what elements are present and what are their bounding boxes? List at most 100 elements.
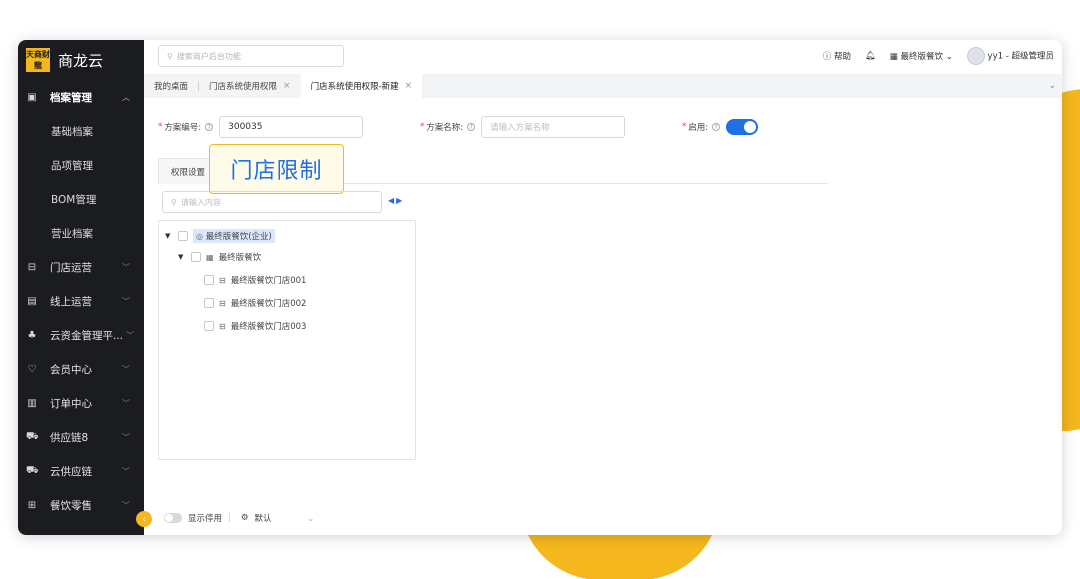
tree-checkbox[interactable]	[204, 321, 214, 331]
tree-search-input[interactable]: ⚲ 请输入内容	[162, 191, 382, 213]
truck-icon: ⛟	[26, 430, 39, 442]
tree-checkbox[interactable]	[204, 275, 214, 285]
sidebar-subitem-basic-archive[interactable]: 基础档案	[18, 114, 144, 148]
user-menu[interactable]: yy1 - 超级管理员	[966, 47, 1054, 65]
tree-node-store-001[interactable]: ⊟ 最终版餐饮门店001	[204, 274, 306, 286]
store-switcher[interactable]: ▦ 最终版餐饮 ⌄	[890, 50, 953, 62]
chevron-down-icon[interactable]: ⌄	[1048, 81, 1056, 91]
help-icon[interactable]: ?	[712, 123, 721, 131]
store-restriction-callout: 门店限制	[209, 144, 344, 194]
show-disabled-toggle[interactable]	[164, 513, 182, 523]
sidebar-item-cloud-supply-chain[interactable]: ⛟ 云供应链 ﹀	[18, 454, 144, 488]
chevron-down-icon: ﹀	[122, 262, 130, 272]
enterprise-icon: ◎	[196, 232, 203, 241]
caret-down-icon[interactable]: ▼	[178, 253, 186, 261]
tab-store-permissions-new[interactable]: 门店系统使用权限-新建 ×	[300, 74, 423, 98]
default-select[interactable]: ⚙ 默认 ⌄	[241, 512, 314, 524]
store-name: 最终版餐饮	[900, 52, 944, 62]
sidebar-item-online-operations[interactable]: ▤ 线上运营 ﹀	[18, 284, 144, 318]
chevron-down-icon: ﹀	[122, 364, 130, 374]
sidebar-item-label: 云资金管理平...	[50, 329, 124, 342]
logo-text: 商龙云	[58, 51, 104, 70]
tree-node-store-003[interactable]: ⊟ 最终版餐饮门店003	[204, 320, 306, 332]
show-disabled-label: 显示停用	[188, 514, 223, 524]
expand-collapse-arrows[interactable]: ◀▶	[388, 196, 404, 205]
search-icon: ⚲	[167, 51, 173, 61]
required-mark: *	[158, 122, 163, 132]
sidebar-item-label: 供应链8	[50, 431, 89, 444]
sidebar-item-order-center[interactable]: ▥ 订单中心 ﹀	[18, 386, 144, 420]
logo[interactable]: 天商财龍 商龙云	[18, 40, 144, 80]
sidebar-item-label: 餐饮零售	[50, 499, 92, 512]
search-input[interactable]: ⚲ 搜索商户后台功能	[158, 45, 344, 67]
chevron-down-icon: ﹀	[122, 398, 130, 408]
gear-icon: ⚙	[240, 513, 249, 523]
sidebar-subitem-item-management[interactable]: 品项管理	[18, 148, 144, 182]
sidebar-item-store-operations[interactable]: ⊟ 门店运营 ﹀	[18, 250, 144, 284]
tree-node-label: 最终版餐饮门店002	[230, 299, 307, 309]
building-icon: ▦	[889, 52, 898, 62]
tree-search-placeholder: 请输入内容	[180, 197, 221, 207]
clipboard-icon: ▥	[27, 397, 37, 409]
network-icon: ♣	[27, 329, 37, 341]
help-icon[interactable]: ?	[205, 123, 214, 131]
store-icon: ⊟	[219, 298, 226, 308]
sidebar-item-cloud-funds[interactable]: ♣ 云资金管理平... ﹀	[18, 318, 144, 352]
tab-store-permissions[interactable]: 门店系统使用权限 ×	[199, 74, 301, 98]
app-window: 天商财龍 商龙云 ▣ 档案管理 ︿ 基础档案 品项管理 BOM管理 营业档案 ⊟…	[18, 40, 1062, 535]
caret-down-icon[interactable]: ▼	[165, 232, 173, 240]
tab-my-desktop[interactable]: 我的桌面	[144, 74, 198, 98]
sidebar-item-member-center[interactable]: ♡ 会员中心 ﹀	[18, 352, 144, 386]
tree-node-brand[interactable]: ▼ ▦ 最终版餐饮	[178, 251, 261, 263]
logo-badge: 天商财龍	[26, 48, 50, 72]
tree-node-store-002[interactable]: ⊟ 最终版餐饮门店002	[204, 297, 306, 309]
tree-node-enterprise[interactable]: ▼ ◎ 最终版餐饮(企业)	[165, 229, 275, 243]
plan-code-input[interactable]: 300035	[219, 116, 364, 138]
sidebar-item-label: 云供应链	[50, 465, 92, 478]
store-tree: ▼ ◎ 最终版餐饮(企业) ▼ ▦ 最终版餐饮 ⊟ 最终版餐饮门店001 ⊟ 最…	[158, 220, 416, 460]
sidebar-subitem-business-archive[interactable]: 营业档案	[18, 216, 144, 250]
sidebar-item-label: 线上运营	[50, 295, 92, 308]
enable-field: * 启用: ?	[682, 119, 759, 135]
avatar	[966, 47, 985, 65]
help-label: 帮助	[833, 52, 851, 62]
sidebar-item-supply-chain-8[interactable]: ⛟ 供应链8 ﹀	[18, 420, 144, 454]
header-actions: ⓘ 帮助 🔔︎ ▦ 最终版餐饮 ⌄ yy1 - 超级管理员	[823, 40, 1054, 72]
close-icon[interactable]: ×	[283, 81, 291, 91]
chevron-down-icon: ﹀	[126, 330, 134, 340]
bell-icon[interactable]: 🔔︎	[865, 51, 876, 61]
help-link[interactable]: ⓘ 帮助	[823, 50, 851, 62]
tree-checkbox[interactable]	[178, 231, 188, 241]
default-label: 默认	[254, 514, 272, 524]
folder-icon: ▣	[27, 91, 37, 103]
sidebar-item-label: 订单中心	[50, 397, 92, 410]
chevron-down-icon: ﹀	[122, 466, 130, 476]
sidebar-item-catering-retail[interactable]: ⊞ 餐饮零售 ﹀	[18, 488, 144, 522]
help-icon[interactable]: ?	[467, 123, 476, 131]
question-circle-icon: ⓘ	[822, 52, 832, 62]
search-icon: ⚲	[171, 197, 177, 207]
plan-name-label: 方案名称:	[426, 123, 464, 133]
tab-label: 我的桌面	[154, 82, 189, 92]
tree-checkbox[interactable]	[191, 252, 201, 262]
chevron-down-icon: ⌄	[945, 52, 953, 62]
building-icon: ▦	[206, 252, 214, 262]
tree-node-label-wrap: ◎ 最终版餐饮(企业)	[193, 229, 275, 243]
sidebar-item-archive-management[interactable]: ▣ 档案管理 ︿	[18, 80, 144, 114]
tab-label: 门店系统使用权限-新建	[310, 82, 399, 92]
sidebar-subitem-bom-management[interactable]: BOM管理	[18, 182, 144, 216]
truck-icon: ⛟	[26, 464, 39, 476]
close-icon[interactable]: ×	[405, 81, 413, 91]
chevron-up-icon: ︿	[122, 92, 130, 102]
divider: |	[228, 513, 231, 523]
plan-code-label: 方案编号:	[164, 123, 202, 133]
tree-node-label: 最终版餐饮门店003	[230, 322, 307, 332]
page-tabs: 我的桌面 门店系统使用权限 × 门店系统使用权限-新建 × ⌄	[144, 74, 1062, 98]
enable-toggle[interactable]	[726, 119, 759, 135]
sidebar-item-label: 会员中心	[50, 363, 92, 376]
plan-name-input[interactable]: 请输入方案名称	[481, 116, 626, 138]
chevron-down-icon: ⌄	[307, 513, 315, 523]
tree-checkbox[interactable]	[204, 298, 214, 308]
tab-label: 门店系统使用权限	[209, 82, 278, 92]
enable-label: 启用:	[688, 123, 709, 133]
